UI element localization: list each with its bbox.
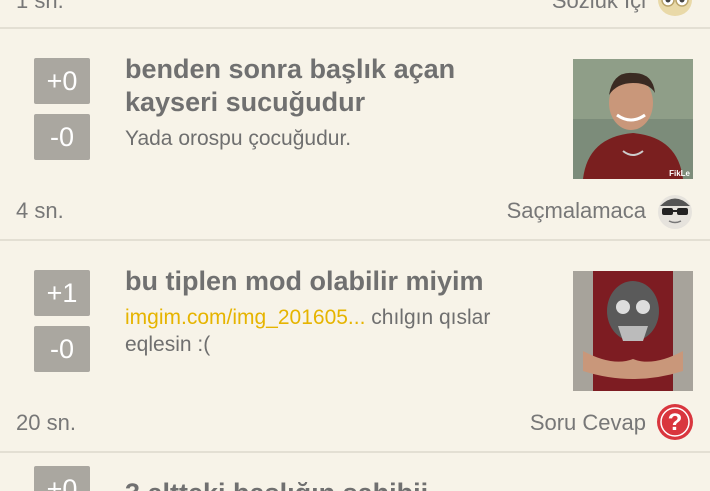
thumbnail-caption: FikLe [669, 169, 690, 178]
post-item[interactable]: +1 -0 bu tiplen mod olabilir miyim imgim… [0, 241, 710, 451]
post-body: Yada orospu çocuğudur. [125, 127, 352, 150]
upvote-button[interactable]: +0 [34, 58, 90, 104]
upvote-button[interactable]: +1 [34, 270, 90, 316]
upvote-button[interactable]: +0 [34, 466, 90, 491]
post-thumbnail[interactable] [573, 271, 693, 391]
downvote-button[interactable]: -0 [34, 326, 90, 372]
post-item[interactable]: +0 3 altteki başlığın sahibii [0, 453, 710, 491]
svg-text:?: ? [668, 409, 683, 436]
post-thumbnail[interactable]: FikLe [573, 59, 693, 179]
person-photo-icon [573, 59, 693, 179]
post-item[interactable]: +0 -0 benden sonra başlık açan kayseri s… [0, 29, 710, 239]
question-mark-icon: ? [655, 402, 695, 442]
post-category-link[interactable]: Saçmalamaca [507, 198, 646, 224]
post-link[interactable]: imgim.com/img_201605... [125, 306, 365, 329]
downvote-button[interactable]: -0 [34, 114, 90, 160]
person-photo-icon [573, 271, 693, 391]
post-title[interactable]: benden sonra başlık açan kayseri sucuğud… [125, 53, 555, 119]
post-time: 20 sn. [16, 410, 76, 435]
post-title[interactable]: bu tiplen mod olabilir miyim [125, 265, 555, 298]
post-category-link[interactable]: Sözlük İçi [552, 0, 646, 14]
post-body: imgim.com/img_201605... chılgın qıslar e… [125, 304, 555, 358]
post-time: 4 sn. [16, 198, 64, 223]
post-time: 1 sn. [16, 0, 64, 13]
post-category-link[interactable]: Soru Cevap [530, 410, 646, 436]
post-title[interactable]: 3 altteki başlığın sahibii [125, 477, 555, 491]
owl-avatar-icon [655, 0, 695, 18]
sunglasses-face-icon [655, 191, 695, 231]
